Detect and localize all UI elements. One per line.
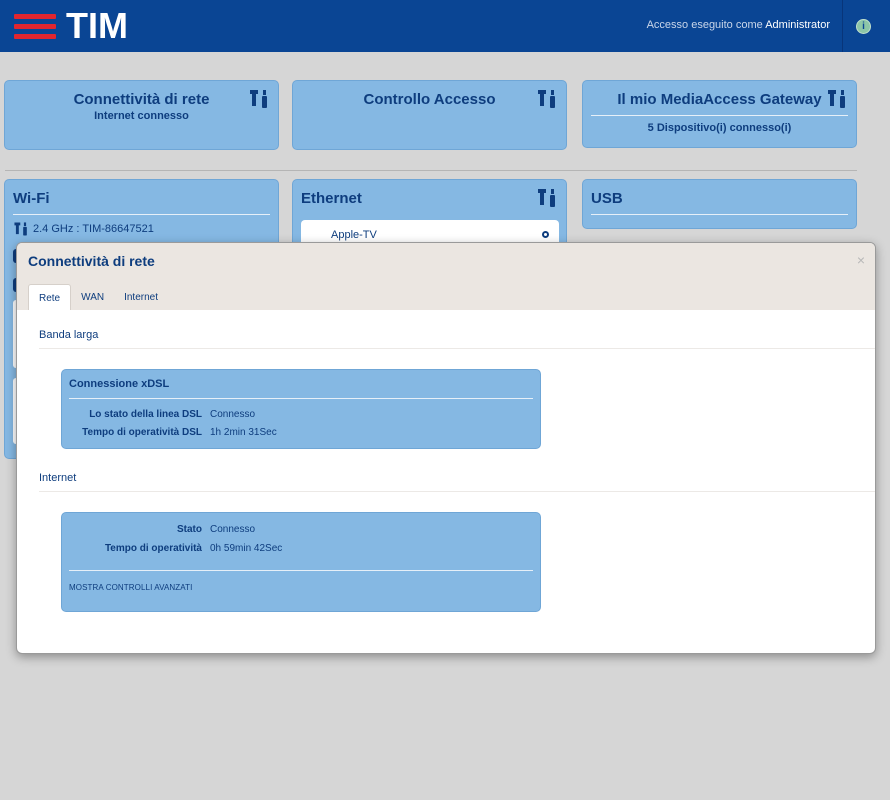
card-gateway[interactable]: Il mio MediaAccess Gateway 5 Dispositivo… (582, 80, 857, 148)
card-network-connectivity[interactable]: Connettività di rete Internet connesso (4, 80, 279, 150)
tim-logo[interactable]: TIM (14, 5, 128, 46)
card-network-title: Connettività di rete (73, 91, 210, 108)
card-network-subtitle: Internet connesso (94, 110, 189, 122)
panel-divider (69, 570, 533, 571)
section-divider (39, 348, 875, 349)
card-wifi-title: Wi-Fi (13, 190, 50, 207)
kv-key: Tempo di operatività (104, 543, 202, 554)
kv-value: Connesso (210, 524, 256, 535)
header-divider (842, 0, 843, 52)
section-separator (5, 170, 857, 171)
tools-icon[interactable] (536, 187, 558, 209)
info-icon[interactable]: i (856, 19, 871, 34)
card-ethernet-title: Ethernet (301, 190, 362, 207)
network-connectivity-modal: Connettività di rete × Rete WAN Internet… (16, 242, 876, 654)
modal-tabs: Rete WAN Internet (28, 284, 168, 310)
section-divider (39, 491, 875, 492)
kv-value: Connesso (210, 409, 256, 420)
close-icon[interactable]: × (857, 252, 865, 268)
tab-internet[interactable]: Internet (114, 284, 168, 310)
tab-wan[interactable]: WAN (71, 284, 114, 310)
top-header: TIM Accesso eseguito come Administrator … (0, 0, 890, 52)
login-info: Accesso eseguito come Administrator (647, 19, 830, 31)
tim-logo-text: TIM (66, 5, 128, 46)
wifi-band-row[interactable]: 2.4 GHz : TIM-86647521 (13, 221, 154, 237)
panel-internet: Stato Connesso Tempo di operatività 0h 5… (61, 512, 541, 612)
tools-icon[interactable] (13, 221, 29, 237)
card-usb[interactable]: USB (582, 179, 857, 229)
tools-icon[interactable] (826, 88, 848, 110)
kv-key: Stato (177, 524, 202, 535)
section-title-internet: Internet (39, 472, 77, 484)
card-usb-divider (591, 214, 848, 215)
panel-xdsl: Connessione xDSL Lo stato della linea DS… (61, 369, 541, 449)
card-gateway-title: Il mio MediaAccess Gateway (617, 91, 822, 108)
modal-header: Connettività di rete × Rete WAN Internet (17, 243, 875, 310)
ethernet-device-name[interactable]: Apple-TV (331, 229, 377, 241)
tab-rete[interactable]: Rete (28, 284, 72, 310)
modal-title: Connettività di rete (28, 253, 155, 269)
card-usb-title: USB (591, 190, 623, 207)
login-user[interactable]: Administrator (765, 19, 830, 31)
kv-value: 0h 59min 42Sec (210, 543, 283, 554)
kv-value: 1h 2min 31Sec (210, 427, 277, 438)
card-ethernet[interactable]: Ethernet Apple-TV (292, 179, 567, 260)
card-gateway-subtitle: 5 Dispositivo(i) connesso(i) (647, 122, 792, 134)
wifi-band-label: 2.4 GHz : TIM-86647521 (33, 223, 154, 235)
tools-icon[interactable] (536, 88, 558, 110)
tools-icon[interactable] (248, 88, 270, 110)
card-gateway-divider (591, 115, 848, 116)
show-advanced-link[interactable]: MOSTRA CONTROLLI AVANZATI (69, 583, 192, 592)
panel-xdsl-title: Connessione xDSL (69, 378, 170, 390)
status-dot-icon (542, 231, 549, 238)
card-wifi-divider (13, 214, 270, 215)
section-title-broadband: Banda larga (39, 329, 99, 341)
kv-key: Lo stato della linea DSL (89, 409, 202, 420)
login-prefix: Accesso eseguito come (646, 19, 763, 31)
panel-divider (69, 398, 533, 399)
card-access-control[interactable]: Controllo Accesso (292, 80, 567, 150)
tim-logo-mark (14, 13, 56, 39)
card-access-title: Controllo Accesso (363, 91, 496, 108)
kv-key: Tempo di operatività DSL (82, 427, 202, 438)
